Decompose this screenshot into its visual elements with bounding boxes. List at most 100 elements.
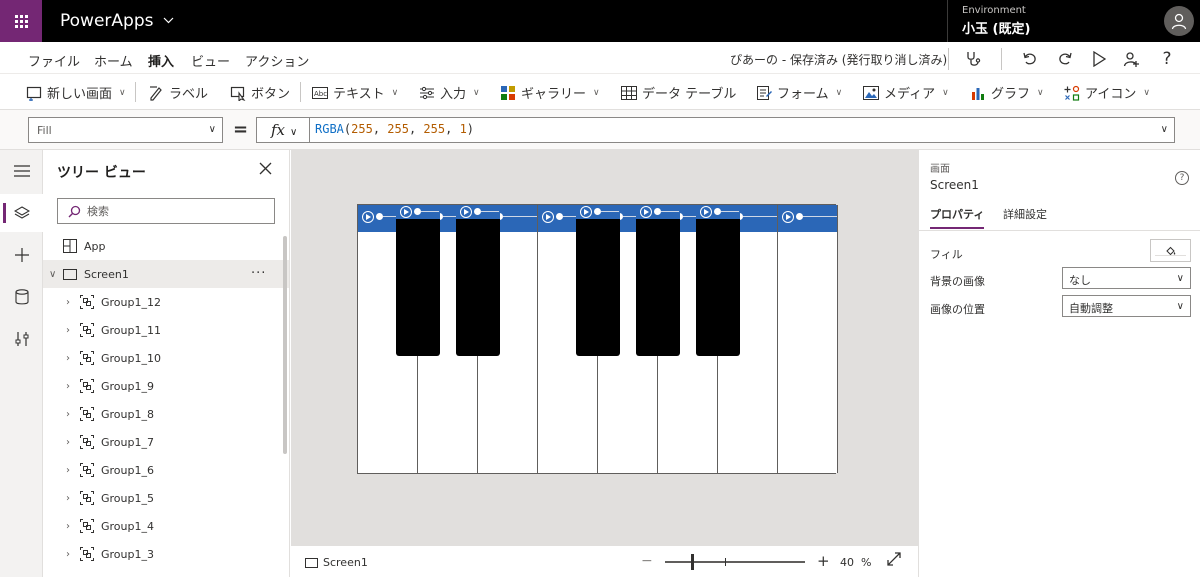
chevron-right-icon[interactable]: › — [66, 437, 70, 448]
slider-track[interactable] — [743, 216, 777, 217]
help-icon[interactable]: ? — [1156, 48, 1178, 70]
slider-thumb[interactable] — [474, 208, 481, 215]
slider-track[interactable] — [803, 216, 837, 217]
app-screen-preview[interactable] — [357, 204, 838, 474]
form-button[interactable]: フォーム ∨ — [756, 83, 842, 102]
black-piano-key[interactable] — [456, 205, 500, 356]
slider-thumb[interactable] — [414, 208, 421, 215]
tree-item-screen1[interactable]: ∨ Screen1 ··· — [43, 260, 289, 288]
slider-thumb[interactable] — [376, 213, 383, 220]
chevron-right-icon[interactable]: › — [66, 297, 70, 308]
zoom-slider-thumb[interactable] — [691, 554, 694, 570]
slider-track[interactable] — [503, 216, 537, 217]
menu-file[interactable]: ファイル — [28, 51, 80, 70]
user-share-icon[interactable] — [1121, 48, 1143, 70]
help-icon[interactable]: ? — [1175, 171, 1189, 185]
chevron-right-icon[interactable]: › — [66, 353, 70, 364]
app-name-menu[interactable]: PowerApps — [60, 11, 174, 31]
property-select[interactable]: Fill ∨ — [28, 117, 223, 143]
chart-button[interactable]: グラフ ∨ — [970, 83, 1044, 102]
chevron-right-icon[interactable]: › — [66, 465, 70, 476]
database-icon[interactable] — [0, 278, 43, 316]
plus-icon[interactable] — [0, 236, 43, 274]
text-button[interactable]: Abc テキスト ∨ — [312, 83, 398, 102]
tools-icon[interactable] — [0, 320, 43, 358]
tree-item-group[interactable]: › Group1_11 — [43, 316, 289, 344]
black-piano-key[interactable] — [396, 205, 440, 356]
button-button[interactable]: ボタン — [230, 83, 290, 102]
black-piano-key[interactable] — [576, 205, 620, 356]
slider-track[interactable] — [601, 211, 619, 212]
menu-home[interactable]: ホーム — [94, 51, 133, 70]
chevron-down-icon[interactable]: ∨ — [49, 269, 56, 280]
tree-item-group[interactable]: › Group1_12 — [43, 288, 289, 316]
play-icon[interactable] — [640, 206, 652, 218]
play-icon[interactable] — [400, 206, 412, 218]
play-icon[interactable] — [700, 206, 712, 218]
tree-search-box[interactable] — [57, 198, 275, 224]
slider-thumb[interactable] — [796, 213, 803, 220]
media-button[interactable]: メディア ∨ — [863, 83, 949, 102]
app-launcher-button[interactable] — [0, 0, 42, 42]
chevron-right-icon[interactable]: › — [66, 325, 70, 336]
menu-action[interactable]: アクション — [245, 51, 309, 70]
tree-item-group[interactable]: › Group1_5 — [43, 484, 289, 512]
tree-item-group[interactable]: › Group1_8 — [43, 400, 289, 428]
zoom-slider[interactable] — [665, 554, 805, 570]
function-picker-button[interactable]: fx ∨ — [256, 117, 310, 143]
play-icon[interactable] — [542, 211, 554, 223]
zoom-in-button[interactable]: + — [817, 552, 830, 570]
slider-track[interactable] — [661, 211, 679, 212]
tree-item-app[interactable]: App — [43, 232, 289, 260]
black-piano-key[interactable] — [636, 205, 680, 356]
expand-formula-icon[interactable]: ∨ — [1161, 124, 1168, 135]
slider-thumb[interactable] — [594, 208, 601, 215]
layers-icon[interactable] — [0, 194, 43, 232]
label-button[interactable]: ラベル — [148, 83, 208, 102]
avatar[interactable] — [1164, 6, 1194, 36]
chevron-right-icon[interactable]: › — [66, 521, 70, 532]
slider-track[interactable] — [481, 211, 499, 212]
environment-picker[interactable]: Environment 小玉 (既定) — [962, 5, 1030, 37]
tree-scrollbar[interactable] — [283, 236, 287, 454]
data-table-button[interactable]: データ テーブル — [621, 83, 736, 102]
fit-to-window-icon[interactable] — [887, 552, 901, 570]
background-image-select[interactable]: なし ∨ — [1062, 267, 1191, 289]
slider-thumb[interactable] — [714, 208, 721, 215]
tab-advanced[interactable]: 詳細設定 — [1003, 206, 1047, 222]
tree-item-group[interactable]: › Group1_3 — [43, 540, 289, 568]
new-screen-button[interactable]: 新しい画面 ∨ — [26, 83, 126, 102]
more-options-icon[interactable]: ··· — [251, 266, 266, 281]
chevron-right-icon[interactable]: › — [66, 381, 70, 392]
slider-track[interactable] — [421, 211, 439, 212]
tree-item-group[interactable]: › Group1_6 — [43, 456, 289, 484]
play-icon[interactable] — [1088, 48, 1110, 70]
play-icon[interactable] — [460, 206, 472, 218]
icons-button[interactable]: アイコン ∨ — [1064, 83, 1150, 102]
chevron-right-icon[interactable]: › — [66, 549, 70, 560]
undo-icon[interactable] — [1019, 48, 1041, 70]
formula-input[interactable]: RGBA(255, 255, 255, 1) ∨ — [309, 117, 1175, 143]
black-piano-key[interactable] — [696, 205, 740, 356]
current-screen-indicator[interactable]: Screen1 — [305, 556, 368, 569]
search-input[interactable] — [87, 204, 257, 218]
menu-view[interactable]: ビュー — [191, 51, 230, 70]
chevron-right-icon[interactable]: › — [66, 493, 70, 504]
image-position-select[interactable]: 自動調整 ∨ — [1062, 295, 1191, 317]
tree-item-group[interactable]: › Group1_9 — [43, 372, 289, 400]
zoom-out-button[interactable]: − — [641, 553, 653, 569]
input-button[interactable]: 入力 ∨ — [419, 83, 480, 102]
stethoscope-icon[interactable] — [962, 48, 984, 70]
tree-item-group[interactable]: › Group1_4 — [43, 512, 289, 540]
tab-properties[interactable]: プロパティ — [930, 206, 985, 229]
play-icon[interactable] — [580, 206, 592, 218]
close-icon[interactable] — [259, 160, 272, 179]
slider-track[interactable] — [721, 211, 739, 212]
hamburger-icon[interactable] — [0, 152, 43, 190]
redo-icon[interactable] — [1054, 48, 1076, 70]
tree-item-group[interactable]: › Group1_10 — [43, 344, 289, 372]
gallery-button[interactable]: ギャラリー ∨ — [500, 83, 600, 102]
play-icon[interactable] — [782, 211, 794, 223]
menu-insert[interactable]: 挿入 — [148, 51, 175, 76]
fill-color-picker[interactable] — [1150, 239, 1191, 262]
